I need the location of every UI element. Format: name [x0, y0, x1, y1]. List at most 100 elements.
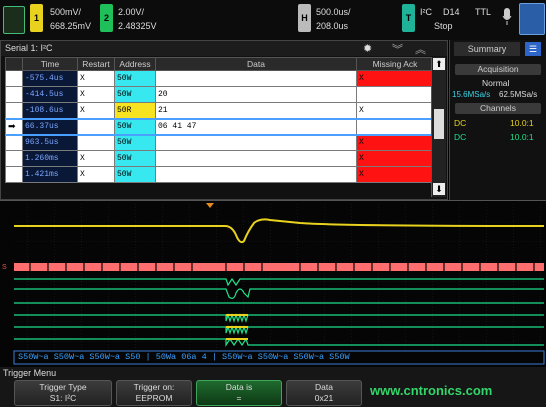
channels-header: Channels: [455, 103, 541, 114]
waveform-display[interactable]: S S50W~a S50W~a S50W~a S50 | 50Wa 06a 4 …: [0, 200, 546, 368]
column-header-address[interactable]: Address: [114, 57, 156, 71]
address-cell: 50W: [114, 70, 156, 87]
restart-cell: X: [77, 150, 115, 167]
marker-column-header: [5, 57, 23, 71]
softkey-value: =: [236, 393, 242, 403]
row-marker: ➡: [5, 117, 23, 136]
softkey-value: S1: I²C: [49, 393, 77, 403]
softkey-label: Data is: [225, 382, 253, 392]
serial-bus-lane: [14, 263, 544, 271]
table-row[interactable]: -108.6us X 50R 21 X: [5, 102, 434, 119]
row-marker: [5, 166, 23, 183]
trigger-menu: Trigger Menu Trigger Type S1: I²C Trigge…: [0, 367, 546, 407]
restart-cell: X: [77, 86, 115, 103]
data-cell: [155, 166, 357, 183]
column-header-restart[interactable]: Restart: [77, 57, 115, 71]
collapse-up-icon[interactable]: ︽: [415, 41, 426, 57]
column-header-data[interactable]: Data: [155, 57, 357, 71]
address-cell: 50W: [114, 166, 156, 183]
summary-menu-icon[interactable]: ☰: [525, 42, 541, 56]
microphone-icon[interactable]: [502, 8, 512, 26]
sample-rate-b: 62.5MSa/s: [499, 90, 538, 99]
serial-lister-table: Time Restart Address Data Missing Ack -5…: [5, 57, 434, 183]
trigger-type-softkey[interactable]: Trigger Type S1: I²C: [14, 380, 112, 406]
channel2-badge[interactable]: 2: [100, 4, 113, 32]
trigger-badge[interactable]: T: [402, 4, 415, 32]
row-marker: [5, 134, 23, 151]
trigger-level: TTL: [475, 7, 492, 17]
missing-ack-cell: X: [356, 102, 434, 119]
data-softkey[interactable]: Data 0x21: [286, 380, 362, 406]
data-cell: 20: [155, 86, 357, 103]
serial-bus-label: S: [2, 264, 7, 271]
column-header-missing-ack[interactable]: Missing Ack: [356, 57, 434, 71]
restart-cell: X: [77, 102, 115, 119]
channel1-probe: 10.0:1: [510, 118, 534, 128]
data-is-softkey[interactable]: Data is =: [196, 380, 282, 406]
acquisition-header: Acquisition: [455, 64, 541, 75]
column-header-time[interactable]: Time: [22, 57, 78, 71]
data-cell: [155, 134, 357, 151]
table-row[interactable]: -575.4us X 50W X: [5, 70, 434, 87]
collapse-down-icon[interactable]: ︾: [392, 41, 403, 57]
serial-lister-title: Serial 1: I²C: [5, 43, 53, 53]
channel1-offset: 668.25mV: [50, 21, 92, 31]
serial-lister-header: Serial 1: I²C ✹ ︾ ︽: [1, 41, 447, 56]
channel1-badge[interactable]: 1: [30, 4, 43, 32]
serial-lister-panel: Serial 1: I²C ✹ ︾ ︽ Time Restart Address…: [0, 40, 448, 200]
channel2-probe: 10.0:1: [510, 132, 534, 142]
time-cell: 1.260ms: [22, 150, 78, 167]
channel2-coupling: DC: [454, 132, 467, 142]
softkey-value: 0x21: [314, 393, 334, 403]
missing-ack-cell: X: [356, 134, 434, 151]
gear-icon[interactable]: ✹: [363, 42, 372, 55]
decode-strip-text: S50W~a S50W~a S50W~a S50 | 50Wa 06a 4 | …: [18, 352, 350, 362]
time-cell: 1.421ms: [22, 166, 78, 183]
softkey-value: EEPROM: [135, 393, 173, 403]
table-row[interactable]: -414.5us X 50W 20: [5, 86, 434, 103]
data-cell: [155, 70, 357, 87]
missing-ack-cell: X: [356, 70, 434, 87]
channel2-offset: 2.48325V: [118, 21, 157, 31]
time-cell: -414.5us: [22, 86, 78, 103]
missing-ack-cell: [356, 86, 434, 103]
restart-cell: X: [77, 166, 115, 183]
acquisition-mode: Normal: [482, 78, 510, 88]
address-cell: 50W: [114, 86, 156, 103]
table-row[interactable]: 963.5us 50W X: [5, 134, 434, 151]
table-row[interactable]: 1.260ms X 50W X: [5, 150, 434, 167]
table-row[interactable]: 1.421ms X 50W X: [5, 166, 434, 183]
trigger-menu-title: Trigger Menu: [3, 368, 57, 378]
table-header-row: Time Restart Address Data Missing Ack: [5, 57, 434, 71]
scroll-up-icon[interactable]: ⬆: [433, 58, 445, 70]
data-cell: 21: [155, 102, 357, 119]
timebase-scale: 500.0us/: [316, 7, 351, 17]
softkey-label: Data: [315, 382, 333, 392]
softkey-label: Trigger Type: [39, 382, 87, 392]
sample-rate-a: 15.6MSa/s: [452, 90, 491, 99]
restart-cell: [77, 117, 115, 136]
run-state: Stop: [434, 21, 453, 31]
timebase-position: 208.0us: [316, 21, 349, 31]
app-icon[interactable]: [3, 6, 25, 34]
trigger-source: D14: [443, 7, 460, 17]
trigger-on-softkey[interactable]: Trigger on: EEPROM: [116, 380, 192, 406]
screen-icon[interactable]: [519, 3, 545, 35]
channel1-scale: 500mV/: [50, 7, 82, 17]
address-cell: 50W: [114, 150, 156, 167]
row-marker: [5, 70, 23, 87]
horizontal-badge[interactable]: H: [298, 4, 311, 32]
scroll-thumb[interactable]: [434, 109, 444, 139]
watermark-text: www.cntronics.com: [370, 383, 493, 398]
restart-cell: X: [77, 70, 115, 87]
row-marker: [5, 102, 23, 119]
channel2-scale: 2.00V/: [118, 7, 145, 17]
scroll-down-icon[interactable]: ⬇: [433, 183, 445, 195]
channel1-coupling: DC: [454, 118, 467, 128]
table-row[interactable]: ➡ 66.37us 50W 06 41 47: [5, 117, 434, 136]
time-cell: 963.5us: [22, 134, 78, 151]
lister-scrollbar[interactable]: ⬆ ⬇: [431, 57, 446, 197]
time-cell: -108.6us: [22, 102, 78, 119]
data-cell: [155, 150, 357, 167]
summary-tab[interactable]: Summary: [454, 42, 520, 56]
